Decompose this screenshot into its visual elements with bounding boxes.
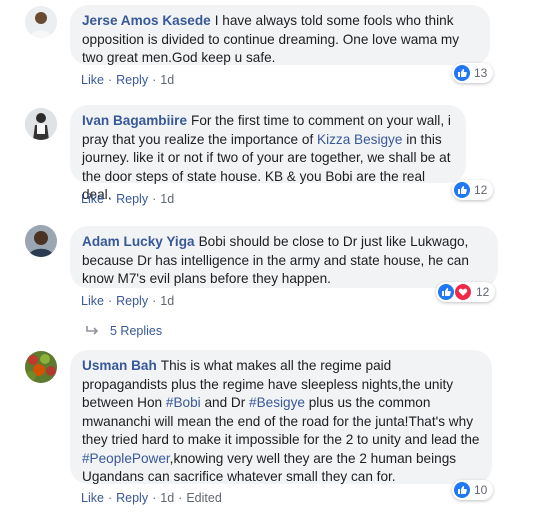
comment-time[interactable]: 1d — [160, 491, 174, 505]
person-avatar-icon — [25, 225, 57, 257]
reaction-summary[interactable]: 13 — [452, 63, 494, 83]
hashtag-link[interactable]: #Bobi — [166, 395, 201, 410]
reply-arrow-icon — [86, 326, 99, 335]
like-reaction-icon — [438, 284, 454, 300]
comment-author[interactable]: Ivan Bagambiire — [82, 113, 187, 128]
comment-time[interactable]: 1d — [160, 73, 174, 87]
reply-button[interactable]: Reply — [116, 192, 148, 206]
like-reaction-icon — [454, 65, 470, 81]
edited-label[interactable]: Edited — [186, 491, 221, 505]
reaction-count: 12 — [476, 285, 490, 299]
replies-label[interactable]: 5 Replies — [110, 324, 162, 338]
like-button[interactable]: Like — [81, 192, 104, 206]
view-replies-link[interactable]: 5 Replies — [86, 324, 162, 338]
reaction-count: 10 — [474, 483, 488, 497]
reaction-summary[interactable]: 10 — [452, 480, 494, 500]
comment-time[interactable]: 1d — [160, 192, 174, 206]
comment-author[interactable]: Usman Bah — [82, 358, 157, 373]
like-button[interactable]: Like — [81, 294, 104, 308]
comment-author[interactable]: Adam Lucky Yiga — [82, 234, 195, 249]
comment-bubble: Adam Lucky Yiga Bobi should be close to D… — [70, 226, 498, 288]
comment-bubble: Usman Bah This is what makes all the regi… — [70, 350, 492, 484]
like-reaction-icon — [454, 482, 470, 498]
comment-author[interactable]: Jerse Amos Kasede — [82, 13, 211, 28]
avatar[interactable] — [25, 351, 57, 383]
like-reaction-icon — [454, 182, 470, 198]
reply-button[interactable]: Reply — [116, 294, 148, 308]
hashtag-link[interactable]: #Besigye — [249, 395, 305, 410]
comment-actions: Like · Reply · 1d — [81, 73, 175, 87]
avatar[interactable] — [25, 6, 57, 38]
comment-actions: Like · Reply · 1d · Edited — [81, 491, 222, 505]
reaction-summary[interactable]: 12 — [452, 180, 494, 200]
person-avatar-icon — [25, 6, 57, 38]
avatar[interactable] — [25, 108, 57, 140]
mention-link[interactable]: Kizza Besigye — [317, 132, 402, 147]
like-button[interactable]: Like — [81, 491, 104, 505]
comment-bubble: Jerse Amos Kasede I have always told some… — [70, 5, 490, 65]
person-avatar-icon — [25, 108, 57, 140]
comment-text: and Dr — [204, 395, 246, 410]
avatar[interactable] — [25, 225, 57, 257]
fruit-avatar-icon — [25, 351, 57, 383]
reaction-summary[interactable]: 12 — [436, 282, 496, 302]
comment-time[interactable]: 1d — [160, 294, 174, 308]
hashtag-link[interactable]: #PeoplePower — [82, 451, 170, 466]
comment-actions: Like · Reply · 1d — [81, 294, 175, 308]
like-button[interactable]: Like — [81, 73, 104, 87]
comment-bubble: Ivan Bagambiire For the first time to com… — [70, 105, 466, 202]
reaction-count: 12 — [474, 183, 488, 197]
reply-button[interactable]: Reply — [116, 491, 148, 505]
reply-button[interactable]: Reply — [116, 73, 148, 87]
comment-actions: Like · Reply · 1d — [81, 192, 175, 206]
love-reaction-icon — [454, 283, 472, 301]
reaction-count: 13 — [474, 66, 488, 80]
